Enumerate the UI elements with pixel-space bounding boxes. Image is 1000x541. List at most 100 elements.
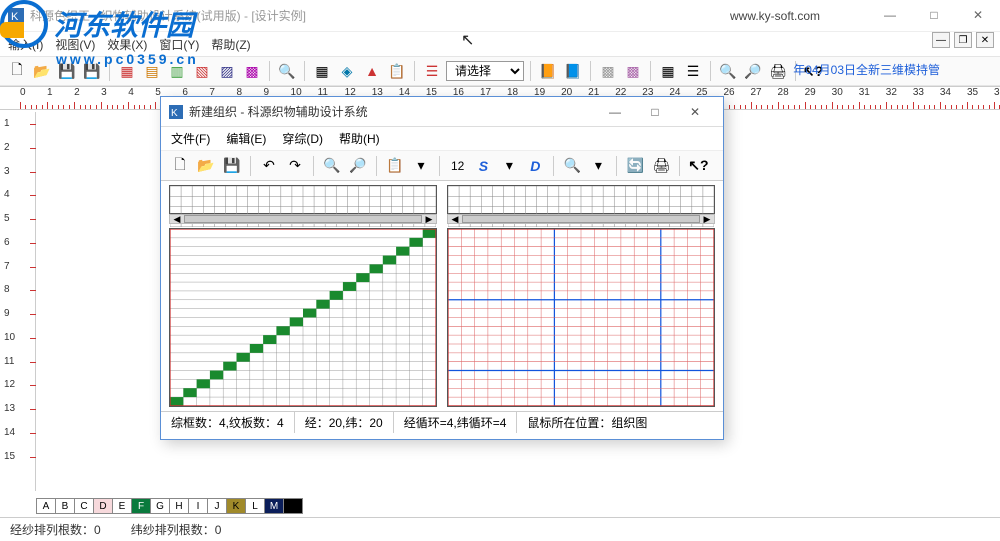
close-button[interactable]: ✕ — [956, 0, 1000, 30]
dialog-dropdown1-icon[interactable]: ▾ — [410, 155, 432, 177]
pattern-e-icon[interactable]: ▨ — [216, 60, 238, 82]
dialog-refresh-icon[interactable]: 🔄 — [624, 155, 646, 177]
save-file-icon[interactable]: 💾 — [56, 60, 78, 82]
new-file-icon[interactable]: 🗋 — [6, 60, 28, 82]
mdi-close-button[interactable]: ✕ — [976, 32, 994, 48]
dialog-menu-file[interactable]: 文件(F) — [171, 130, 210, 147]
threading-panel-right[interactable] — [447, 185, 715, 214]
menu-effects[interactable]: 效果(X) — [107, 36, 147, 53]
menubar: 输入(I) 视图(V) 效果(X) 窗口(Y) 帮助(Z) — [0, 32, 1000, 56]
zoom3-icon[interactable]: 🔎 — [742, 60, 764, 82]
dialog-save-icon[interactable]: 💾 — [221, 155, 243, 177]
scroll-thumb[interactable] — [184, 215, 422, 223]
dialog-close-button[interactable]: ✕ — [675, 98, 715, 126]
pattern-f-icon[interactable]: ▩ — [241, 60, 263, 82]
drawdown-panel[interactable] — [447, 228, 715, 407]
book2-icon[interactable]: 📘 — [562, 60, 584, 82]
align-icon[interactable]: ☰ — [421, 60, 443, 82]
dialog-new-icon[interactable]: 🗋 — [169, 155, 191, 177]
dialog-titlebar[interactable]: K 新建组织 - 科源织物辅助设计系统 — □ ✕ — [161, 97, 723, 127]
palette-swatch-M[interactable]: M — [264, 498, 284, 514]
pattern-a-icon[interactable]: ▦ — [116, 60, 138, 82]
pattern-b-icon[interactable]: ▤ — [141, 60, 163, 82]
palette-swatch-G[interactable]: G — [150, 498, 170, 514]
menu-window[interactable]: 窗口(Y) — [159, 36, 199, 53]
status-mouse-pos: 鼠标所在位置：组织图 — [517, 412, 723, 433]
dialog-dropdown2-icon[interactable]: ▾ — [498, 155, 520, 177]
mdi-minimize-button[interactable]: — — [932, 32, 950, 48]
palette-swatch-D[interactable]: D — [93, 498, 113, 514]
tieup-panel[interactable] — [169, 228, 437, 407]
paste-icon[interactable]: 📋 — [386, 60, 408, 82]
print-icon[interactable]: 🖨 — [767, 60, 789, 82]
maximize-button[interactable]: □ — [912, 0, 956, 30]
status-warp-weft: 经：20,纬：20 — [295, 412, 394, 433]
palette-swatch-B[interactable]: B — [55, 498, 75, 514]
open-file-icon[interactable]: 📂 — [31, 60, 53, 82]
save-as-icon[interactable]: 💾 — [81, 60, 103, 82]
scroll-left-arrow-icon[interactable]: ◀ — [448, 215, 462, 223]
dialog-zoomout-icon[interactable]: 🔍 — [321, 155, 343, 177]
texture1-icon[interactable]: ▩ — [597, 60, 619, 82]
dialog-statusbar: 综框数：4,纹板数：4 经：20,纬：20 经循环=4,纬循环=4 鼠标所在位置… — [161, 411, 723, 433]
threading-panel-left[interactable] — [169, 185, 437, 214]
dialog-menu-edit[interactable]: 编辑(E) — [226, 130, 266, 147]
dialog-zoom-tool-icon[interactable]: 🔍 — [561, 155, 583, 177]
palette-swatch-F[interactable]: F — [131, 498, 151, 514]
dialog-s-button[interactable]: S — [472, 155, 494, 177]
zoom-icon[interactable]: 🔍 — [276, 60, 298, 82]
grid2-icon[interactable]: ◈ — [336, 60, 358, 82]
dialog-copy-icon[interactable]: 📋 — [384, 155, 406, 177]
palette-swatch-C[interactable]: C — [74, 498, 94, 514]
marquee-text: 年04月03日全新三维模持管 — [793, 61, 940, 78]
minimize-button[interactable]: — — [868, 0, 912, 30]
dialog-menu-threading[interactable]: 穿综(D) — [282, 130, 323, 147]
dialog-print-icon[interactable]: 🖨 — [650, 155, 672, 177]
zoom2-icon[interactable]: 🔍 — [717, 60, 739, 82]
table-icon[interactable]: ▦ — [657, 60, 679, 82]
scroll-right-arrow-icon[interactable]: ▶ — [422, 215, 436, 223]
pattern-d-icon[interactable]: ▧ — [191, 60, 213, 82]
book1-icon[interactable]: 📙 — [537, 60, 559, 82]
scrollbar-left[interactable]: ◀ ▶ — [169, 214, 437, 224]
scroll-left-arrow-icon[interactable]: ◀ — [170, 215, 184, 223]
dialog-d-button[interactable]: D — [524, 155, 546, 177]
palette-swatch-H[interactable]: H — [169, 498, 189, 514]
main-window: 河东软件园 www.pc0359.cn ↖ K 科源色织王 - 织物辅助设计系统… — [0, 0, 1000, 541]
dialog-title: 新建组织 - 科源织物辅助设计系统 — [189, 103, 595, 120]
grid1-icon[interactable]: ▦ — [311, 60, 333, 82]
selector-dropdown[interactable]: 请选择 — [446, 61, 524, 81]
texture2-icon[interactable]: ▩ — [622, 60, 644, 82]
menu-help[interactable]: 帮助(Z) — [211, 36, 250, 53]
palette-swatch-J[interactable]: J — [207, 498, 227, 514]
status-weft-count: 纬纱排列根数：0 — [131, 521, 222, 538]
dialog-whatsthis-icon[interactable]: ↖? — [687, 155, 709, 177]
scroll-right-arrow-icon[interactable]: ▶ — [700, 215, 714, 223]
list-icon[interactable]: ☰ — [682, 60, 704, 82]
status-heddles: 综框数：4,纹板数：4 — [161, 412, 295, 433]
pattern-c-icon[interactable]: ▥ — [166, 60, 188, 82]
menu-view[interactable]: 视图(V) — [55, 36, 95, 53]
dialog-zoomin-icon[interactable]: 🔎 — [347, 155, 369, 177]
vertical-ruler: 123456789101112131415 — [0, 112, 36, 491]
palette-swatch-E[interactable]: E — [112, 498, 132, 514]
dialog-dropdown3-icon[interactable]: ▾ — [587, 155, 609, 177]
scroll-thumb[interactable] — [462, 215, 700, 223]
palette-swatch-A[interactable]: A — [36, 498, 56, 514]
dialog-redo-icon[interactable]: ↷ — [284, 155, 306, 177]
menu-input[interactable]: 输入(I) — [8, 36, 43, 53]
dialog-open-icon[interactable]: 📂 — [195, 155, 217, 177]
mdi-restore-button[interactable]: ❐ — [954, 32, 972, 48]
palette-swatch-K[interactable]: K — [226, 498, 246, 514]
palette-swatch-L[interactable]: L — [245, 498, 265, 514]
dialog-menu-help[interactable]: 帮助(H) — [339, 130, 380, 147]
scrollbar-right[interactable]: ◀ ▶ — [447, 214, 715, 224]
svg-text:K: K — [11, 11, 19, 23]
dialog-minimize-button[interactable]: — — [595, 98, 635, 126]
palette-swatch-extra[interactable] — [283, 498, 303, 514]
svg-text:K: K — [171, 108, 178, 119]
color-tool-icon[interactable]: ▲ — [361, 60, 383, 82]
dialog-undo-icon[interactable]: ↶ — [258, 155, 280, 177]
palette-swatch-I[interactable]: I — [188, 498, 208, 514]
dialog-maximize-button[interactable]: □ — [635, 98, 675, 126]
